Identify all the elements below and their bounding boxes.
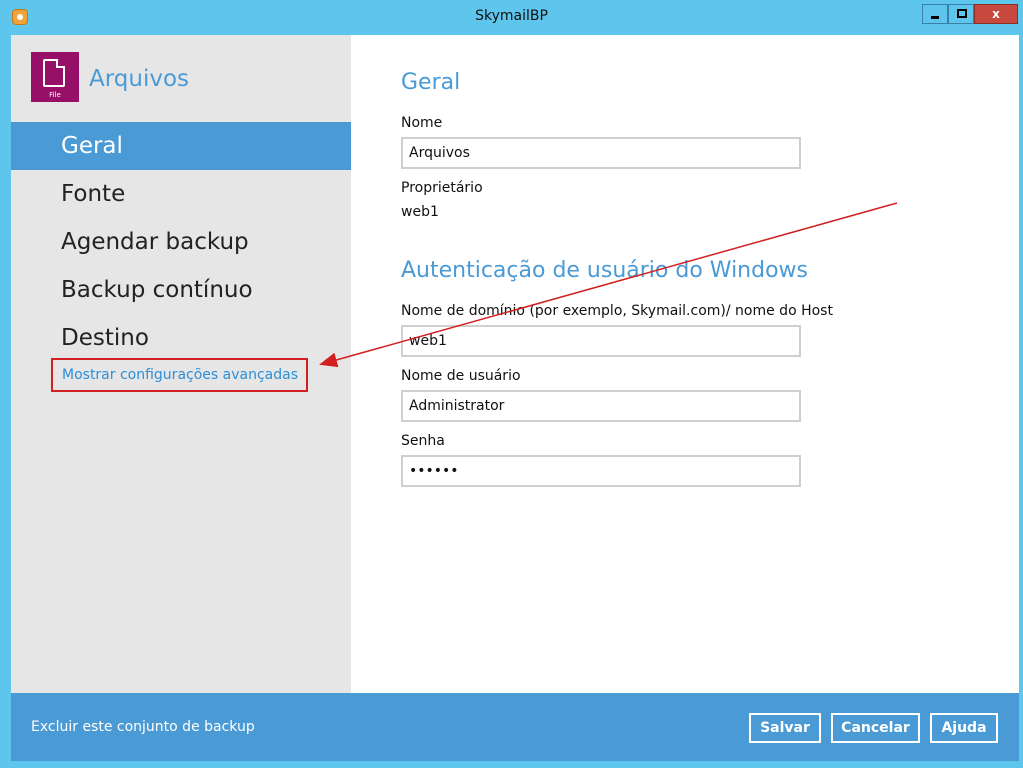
minimize-icon: [931, 16, 939, 19]
delete-backup-set-link[interactable]: Excluir este conjunto de backup: [31, 719, 255, 735]
sidebar-item-fonte[interactable]: Fonte: [11, 170, 351, 218]
window-title: SkymailBP: [475, 8, 548, 24]
password-label: Senha: [401, 433, 445, 449]
title-bar: SkymailBP x: [0, 0, 1023, 34]
name-input[interactable]: Arquivos: [401, 137, 801, 169]
sidebar-item-geral[interactable]: Geral: [11, 122, 351, 170]
close-button[interactable]: x: [974, 4, 1018, 24]
file-tile: File: [31, 52, 79, 102]
footer-bar: Excluir este conjunto de backup Salvar C…: [11, 693, 1019, 761]
sidebar-item-backup-continuo[interactable]: Backup contínuo: [11, 266, 351, 314]
username-label: Nome de usuário: [401, 368, 521, 384]
maximize-button[interactable]: [948, 4, 974, 24]
owner-label: Proprietário: [401, 180, 483, 196]
general-section-title: Geral: [401, 70, 461, 95]
sidebar-nav: Geral Fonte Agendar backup Backup contín…: [11, 122, 351, 362]
help-button[interactable]: Ajuda: [930, 713, 998, 743]
file-tile-label: File: [49, 91, 61, 99]
minimize-button[interactable]: [922, 4, 948, 24]
close-icon: x: [992, 7, 1000, 21]
show-advanced-settings-link[interactable]: Mostrar configurações avançadas: [51, 358, 308, 392]
domain-input[interactable]: web1: [401, 325, 801, 357]
sidebar-item-destino[interactable]: Destino: [11, 314, 351, 362]
save-button[interactable]: Salvar: [749, 713, 821, 743]
app-window: SkymailBP x File Arquivos Geral Fonte Ag…: [0, 0, 1023, 768]
domain-label: Nome de domínio (por exemplo, Skymail.co…: [401, 303, 833, 319]
sidebar-item-agendar-backup[interactable]: Agendar backup: [11, 218, 351, 266]
owner-value: web1: [401, 204, 439, 220]
backup-set-name: Arquivos: [89, 66, 190, 92]
sidebar: File Arquivos Geral Fonte Agendar backup…: [11, 35, 351, 693]
password-input[interactable]: ••••••: [401, 455, 801, 487]
username-input[interactable]: Administrator: [401, 390, 801, 422]
windows-auth-section-title: Autenticação de usuário do Windows: [401, 258, 808, 283]
main-panel: Geral Nome Arquivos Proprietário web1 Au…: [351, 35, 1019, 693]
cancel-button[interactable]: Cancelar: [831, 713, 920, 743]
maximize-icon: [957, 9, 967, 18]
name-label: Nome: [401, 115, 443, 131]
file-icon: [43, 59, 65, 87]
